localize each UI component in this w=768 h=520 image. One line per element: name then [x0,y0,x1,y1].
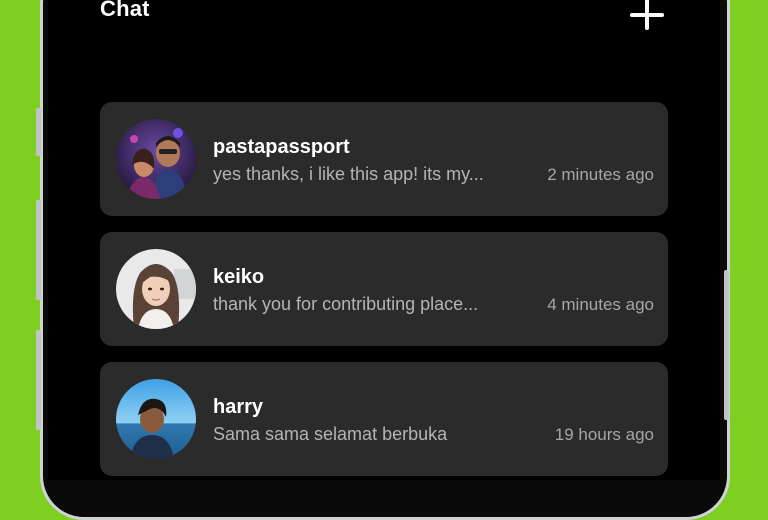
avatar [116,119,196,199]
chat-timestamp: 2 minutes ago [547,165,654,184]
chat-timestamp: 19 hours ago [554,425,654,444]
avatar [116,249,196,329]
plus-icon[interactable] [630,0,664,30]
chat-name: pastapassport [213,136,350,158]
chat-timestamp: 4 minutes ago [547,295,654,314]
phone-side-button [36,330,41,430]
chat-preview: thank you for contributing place... [213,294,479,314]
chat-name: keiko [213,266,265,288]
page-title: Chat [100,0,150,21]
chat-list-item[interactable]: harry Sama sama selamat berbuka 19 hours… [100,362,668,476]
avatar [116,379,196,459]
chat-list-item[interactable]: pastapassport yes thanks, i like this ap… [100,102,668,216]
chat-list-item[interactable]: keiko thank you for contributing place..… [100,232,668,346]
chat-screen: Chat pastapassport yes thanks, i like th… [48,0,720,480]
phone-side-button [36,200,41,300]
chat-preview: Sama sama selamat berbuka [213,424,448,444]
phone-side-button [36,108,41,156]
chat-name: harry [213,396,264,418]
phone-side-button [724,270,729,420]
chat-preview: yes thanks, i like this app! its my... [213,164,484,184]
